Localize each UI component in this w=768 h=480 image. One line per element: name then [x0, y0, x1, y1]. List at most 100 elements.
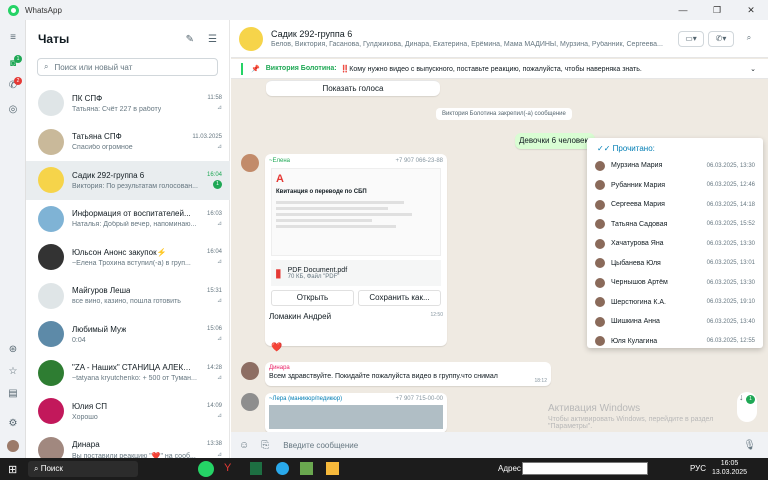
- chat-item[interactable]: Садик 292-группа 6 16:04 Виктория: По резу…: [26, 161, 230, 200]
- folder-taskbar-icon[interactable]: [326, 462, 339, 475]
- video-call-button[interactable]: ▭▾: [678, 31, 704, 47]
- read-row[interactable]: Татьяна Садовая 06.03.2025, 15:52: [587, 215, 763, 235]
- read-row[interactable]: Юля Кулагина 06.03.2025, 12:55: [587, 332, 763, 352]
- close-button[interactable]: ✕: [734, 0, 768, 20]
- menu-icon[interactable]: ≡: [7, 32, 19, 44]
- search-placeholder: Поиск или новый чат: [54, 62, 133, 72]
- read-row[interactable]: Рубанник Мария 06.03.2025, 12:46: [587, 176, 763, 196]
- chat-name: Любимый Муж: [72, 324, 127, 334]
- sender-avatar-dinara[interactable]: [241, 362, 259, 380]
- reaction-heart[interactable]: ❤️: [271, 342, 282, 353]
- read-time: 06.03.2025, 13:30: [706, 162, 755, 169]
- chat-item[interactable]: Любимый Муж 15:06 0:04 ⊿: [26, 315, 230, 354]
- profile-avatar[interactable]: [7, 440, 19, 452]
- chat-item[interactable]: Татьяна СПФ 11.03.2025 Спасибо огромное ⊿: [26, 123, 230, 162]
- read-row[interactable]: Сергеева Мария 06.03.2025, 14:18: [587, 195, 763, 215]
- reader-name: Сергеева Мария: [611, 201, 665, 209]
- reader-name: Чернышов Артём: [611, 279, 668, 287]
- read-time: 06.03.2025, 14:18: [706, 201, 755, 208]
- read-row[interactable]: Мурзина Мария 06.03.2025, 13:30: [587, 156, 763, 176]
- mic-icon[interactable]: 🎙: [743, 440, 756, 451]
- chat-preview: все вино, казино, пошла готовить: [72, 298, 181, 306]
- message-input[interactable]: Введите сообщение: [283, 441, 358, 450]
- search-icon: ⌕: [44, 62, 49, 71]
- telegram-taskbar-icon[interactable]: [276, 462, 289, 475]
- reader-avatar: [595, 297, 605, 308]
- read-time: 06.03.2025, 13:30: [706, 279, 755, 286]
- language-indicator[interactable]: РУС: [690, 464, 706, 473]
- pinned-message-bar[interactable]: 📌 Виктория Болотина: ‼️Кому нужно видео …: [231, 59, 768, 79]
- new-chat-icon[interactable]: ✎: [186, 34, 194, 45]
- search-chat-icon[interactable]: ⌕: [741, 31, 757, 47]
- starred-icon[interactable]: ☆: [7, 366, 19, 378]
- emoji-icon[interactable]: ☺: [239, 440, 249, 451]
- address-input[interactable]: [522, 462, 648, 475]
- document-message[interactable]: ~Елена +7 907 066-23-88 А Квитанция о пе…: [265, 154, 447, 346]
- read-row[interactable]: Шерстюгина К.А. 06.03.2025, 19:10: [587, 293, 763, 313]
- sender-avatar-elena[interactable]: [241, 154, 259, 172]
- chat-name: Татьяна СПФ: [72, 132, 122, 142]
- chat-name: Информация от воспитателей...: [72, 209, 191, 219]
- chat-item[interactable]: Юльсон Анонс закупок⚡ 16:04 ~Елена Трохина…: [26, 238, 230, 277]
- chat-item[interactable]: ПК СПФ 11:58 Татьяна: Счёт 227 в работу ⊿: [26, 84, 230, 123]
- chat-name: "ZA - Наших" СТАНИЦА АЛЕКС...: [72, 363, 192, 373]
- outgoing-message[interactable]: Девочки 6 человек: [515, 133, 595, 149]
- group-avatar[interactable]: [239, 26, 263, 51]
- attach-icon[interactable]: ⎘: [261, 440, 269, 451]
- chat-items: ПК СПФ 11:58 Татьяна: Счёт 227 в работу ⊿ Та…: [26, 84, 230, 469]
- pdf-file-icon: ▮: [275, 266, 282, 280]
- read-row[interactable]: Хачатурова Яна 06.03.2025, 13:30: [587, 234, 763, 254]
- chat-time: 13:38: [206, 441, 222, 448]
- sender-avatar-lera[interactable]: [241, 393, 259, 411]
- media-icon[interactable]: ⊛: [7, 344, 19, 356]
- read-row[interactable]: Цыбанева Юля 06.03.2025, 13:01: [587, 254, 763, 274]
- show-voters-button[interactable]: Показать голоса: [266, 80, 440, 96]
- lera-message[interactable]: ~Лера (маникюр/педикюр) +7 907 715-00-00: [265, 393, 447, 433]
- title-bar: WhatsApp — ❐ ✕: [0, 0, 768, 20]
- excel-taskbar-icon[interactable]: [250, 462, 262, 475]
- scroll-down-button[interactable]: ↓ 1: [737, 392, 757, 422]
- composer: ☺ ⎘ Введите сообщение 🎙: [231, 432, 768, 458]
- chat-avatar: [38, 90, 64, 117]
- maximize-button[interactable]: ❐: [700, 0, 734, 20]
- chat-header[interactable]: Садик 292-группа 6 Белов, Виктория, Гаса…: [231, 20, 768, 58]
- reader-avatar: [595, 277, 605, 288]
- windows-start-icon[interactable]: ⊞: [8, 463, 17, 476]
- chat-time: 11.03.2025: [192, 133, 222, 140]
- whatsapp-taskbar-icon[interactable]: [198, 461, 214, 477]
- scroll-unread-badge: 1: [746, 395, 755, 404]
- clock[interactable]: 16:05 13.03.2025: [712, 459, 747, 477]
- chat-item[interactable]: Информация от воспитателей... 16:03 Наталь…: [26, 200, 230, 239]
- app-taskbar-icon[interactable]: [300, 462, 313, 475]
- yandex-taskbar-icon[interactable]: Y: [224, 462, 231, 474]
- search-input[interactable]: ⌕ Поиск или новый чат: [37, 58, 218, 76]
- archive-icon[interactable]: ▤: [7, 388, 19, 400]
- chat-avatar: [38, 205, 64, 232]
- open-button[interactable]: Открыть: [271, 290, 354, 306]
- read-time: 06.03.2025, 12:46: [706, 182, 755, 189]
- settings-icon[interactable]: ⚙: [7, 418, 19, 430]
- status-icon[interactable]: ◎: [7, 104, 19, 116]
- receipt-preview[interactable]: А Квитанция о переводе по СБП: [271, 168, 441, 256]
- chevron-down-icon[interactable]: ⌄: [750, 65, 756, 73]
- read-row[interactable]: Шишкина Анна 06.03.2025, 13:40: [587, 312, 763, 332]
- save-as-button[interactable]: Сохранить как...: [358, 290, 441, 306]
- filter-icon[interactable]: ☰: [208, 34, 217, 45]
- chat-preview: Хорошо: [72, 413, 98, 421]
- reader-avatar: [595, 316, 605, 327]
- chat-item[interactable]: Майгуров Леша 15:31 все вино, казино, пошл…: [26, 277, 230, 316]
- sender-phone: +7 907 066-23-88: [395, 158, 443, 164]
- dinara-message[interactable]: Динара Всем здравствуйте. Покидайте пожа…: [265, 362, 551, 386]
- taskbar: ⊞ ⌕ Поиск Y Адрес РУС 16:05 13.03.2025: [0, 458, 768, 480]
- chat-time: 14:09: [206, 403, 222, 410]
- doc-name: PDF Document.pdf: [287, 266, 348, 274]
- read-receipts-popup: ✓✓ Прочитано: Мурзина Мария 06.03.2025, 1…: [587, 138, 763, 348]
- video-thumbnail[interactable]: [269, 405, 443, 429]
- voice-call-button[interactable]: ✆▾: [708, 31, 734, 47]
- chat-item[interactable]: Юлия СП 14:09 Хорошо ⊿: [26, 392, 230, 431]
- read-time: 06.03.2025, 13:01: [706, 260, 755, 267]
- chat-item[interactable]: "ZA - Наших" СТАНИЦА АЛЕКС... 14:28 ~tatya…: [26, 354, 230, 393]
- minimize-button[interactable]: —: [666, 0, 700, 20]
- read-row[interactable]: Чернышов Артём 06.03.2025, 13:30: [587, 273, 763, 293]
- taskbar-search[interactable]: ⌕ Поиск: [28, 461, 138, 477]
